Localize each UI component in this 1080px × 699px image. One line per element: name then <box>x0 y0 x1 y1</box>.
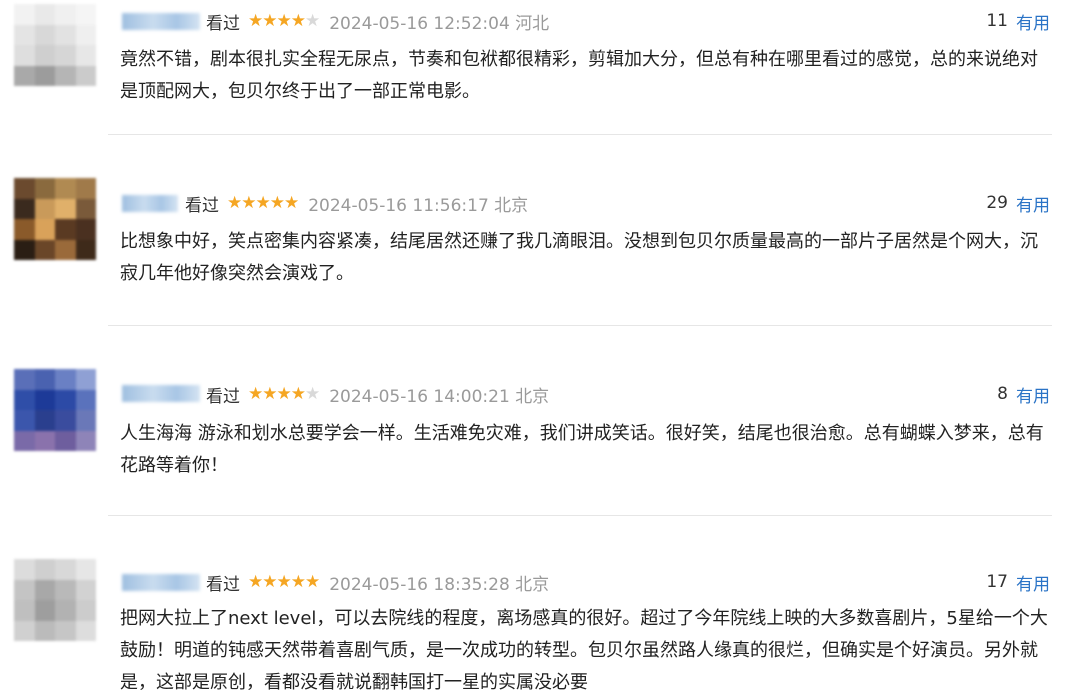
divider <box>108 134 1052 135</box>
watch-status: 看过 <box>206 13 240 34</box>
review-time: 2024-05-16 12:52:04 河北 <box>329 13 550 34</box>
review-text: 人生海海 游泳和划水总要学会一样。生活难免灾难，我们讲成笑话。很好笑，结尾也很治… <box>120 423 1044 476</box>
useful-vote[interactable]: 11 有用 <box>986 9 1050 34</box>
useful-vote[interactable]: 8 有用 <box>997 382 1050 407</box>
useful-button[interactable]: 有用 <box>1016 191 1050 216</box>
avatar[interactable] <box>14 559 96 641</box>
vote-count: 29 <box>986 193 1008 213</box>
rating-stars: ★★★★★ <box>248 11 320 31</box>
review-meta: 看过 ★★★★★ 2024-05-16 18:35:28 北京 <box>206 570 550 595</box>
rating-stars: ★★★★★ <box>248 384 320 404</box>
useful-button[interactable]: 有用 <box>1016 382 1050 407</box>
useful-button[interactable]: 有用 <box>1016 570 1050 595</box>
useful-vote[interactable]: 29 有用 <box>986 191 1050 216</box>
review-time: 2024-05-16 14:00:21 北京 <box>329 386 550 407</box>
rating-stars: ★★★★★ <box>248 572 320 592</box>
divider <box>108 325 1052 326</box>
review-meta: 看过 ★★★★★ 2024-05-16 14:00:21 北京 <box>206 382 550 407</box>
review-time: 2024-05-16 18:35:28 北京 <box>329 574 550 595</box>
username[interactable] <box>122 385 200 402</box>
useful-vote[interactable]: 17 有用 <box>986 570 1050 595</box>
vote-count: 17 <box>986 572 1008 592</box>
review-text: 把网大拉上了next level，可以去院线的程度，离场感真的很好。超过了今年院… <box>120 608 1048 693</box>
vote-count: 8 <box>997 384 1008 404</box>
vote-count: 11 <box>986 11 1008 31</box>
username[interactable] <box>122 574 200 591</box>
review-meta: 看过 ★★★★★ 2024-05-16 12:52:04 河北 <box>206 9 550 34</box>
username[interactable] <box>122 195 178 212</box>
watch-status: 看过 <box>206 386 240 407</box>
avatar[interactable] <box>14 369 96 451</box>
review-text: 比想象中好，笑点密集内容紧凑，结尾居然还赚了我几滴眼泪。没想到包贝尔质量最高的一… <box>120 231 1038 284</box>
divider <box>108 515 1052 516</box>
avatar[interactable] <box>14 4 96 86</box>
watch-status: 看过 <box>206 574 240 595</box>
review-meta: 看过 ★★★★★ 2024-05-16 11:56:17 北京 <box>185 191 529 216</box>
review-time: 2024-05-16 11:56:17 北京 <box>308 195 529 216</box>
review-text: 竟然不错，剧本很扎实全程无尿点，节奏和包袱都很精彩，剪辑加大分，但总有种在哪里看… <box>120 49 1038 102</box>
rating-stars: ★★★★★ <box>227 193 299 213</box>
useful-button[interactable]: 有用 <box>1016 9 1050 34</box>
watch-status: 看过 <box>185 195 219 216</box>
avatar[interactable] <box>14 178 96 260</box>
username[interactable] <box>122 13 200 30</box>
